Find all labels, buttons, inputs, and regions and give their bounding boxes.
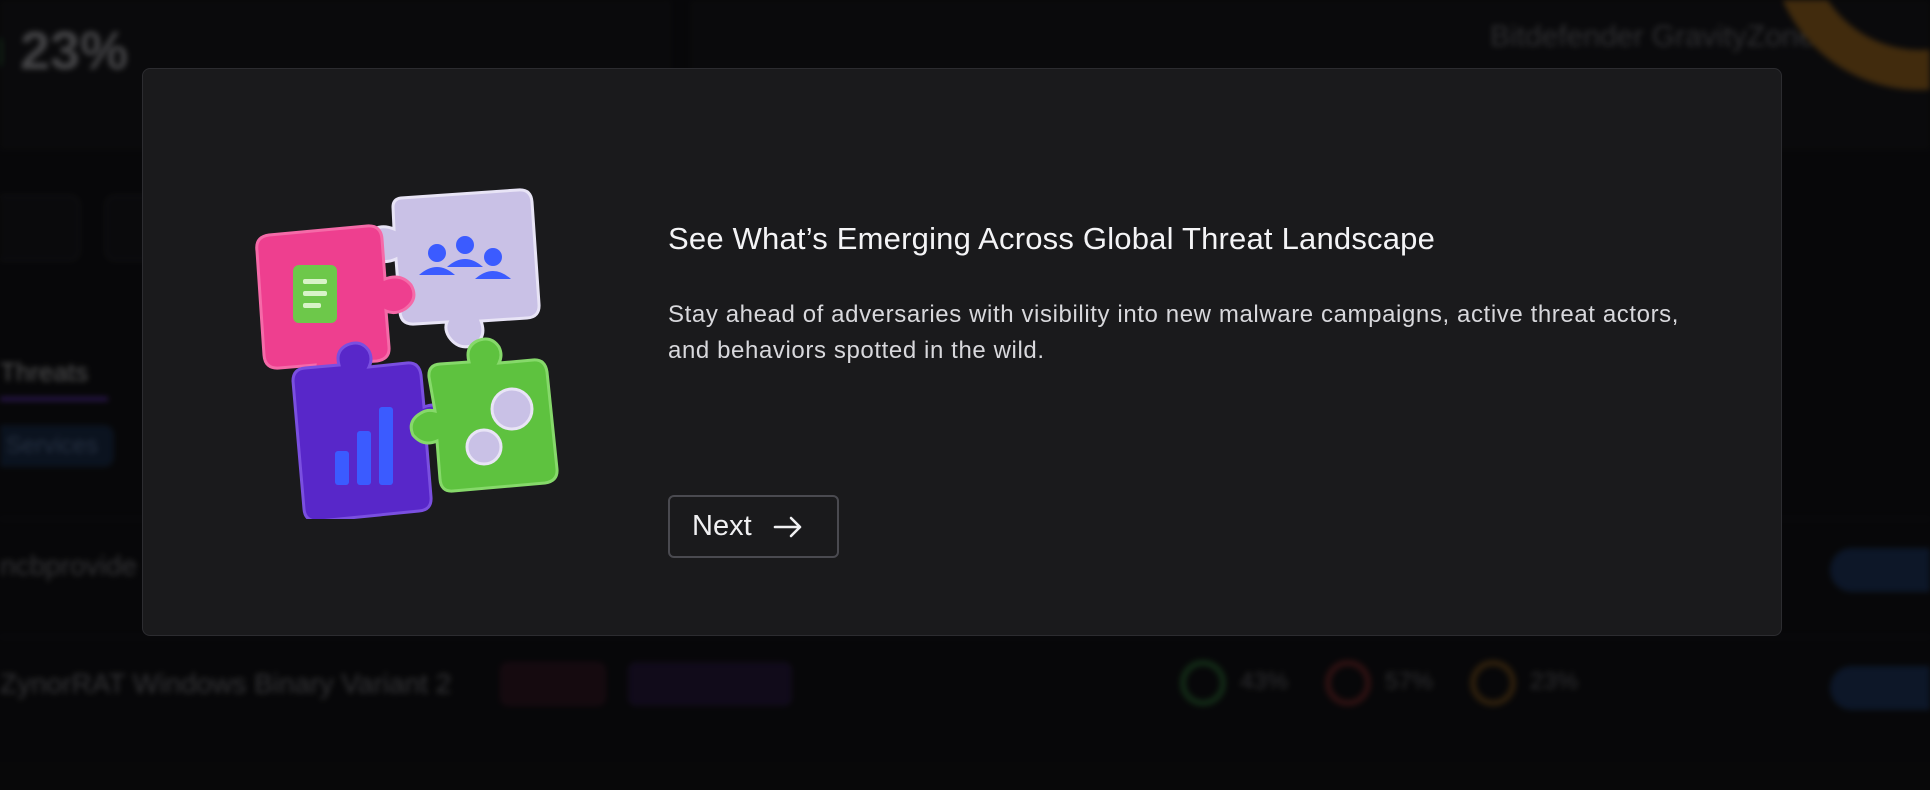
modal-title: See What’s Emerging Across Global Threat… [668, 221, 1436, 256]
next-button-label: Next [692, 510, 752, 542]
people-puzzle-piece [363, 188, 541, 349]
puzzle-pieces-illustration [255, 188, 559, 519]
modal-description: Stay ahead of adversaries with visibilit… [668, 301, 1680, 364]
next-button[interactable]: Next [668, 495, 839, 558]
coin-icon [490, 387, 534, 431]
modal-content: See What’s Emerging Across Global Threat… [668, 219, 1728, 558]
coins-puzzle-piece [409, 337, 559, 493]
arrow-right-icon [773, 516, 801, 537]
coin-icon [465, 428, 503, 466]
onboarding-modal: See What’s Emerging Across Global Threat… [142, 68, 1782, 636]
